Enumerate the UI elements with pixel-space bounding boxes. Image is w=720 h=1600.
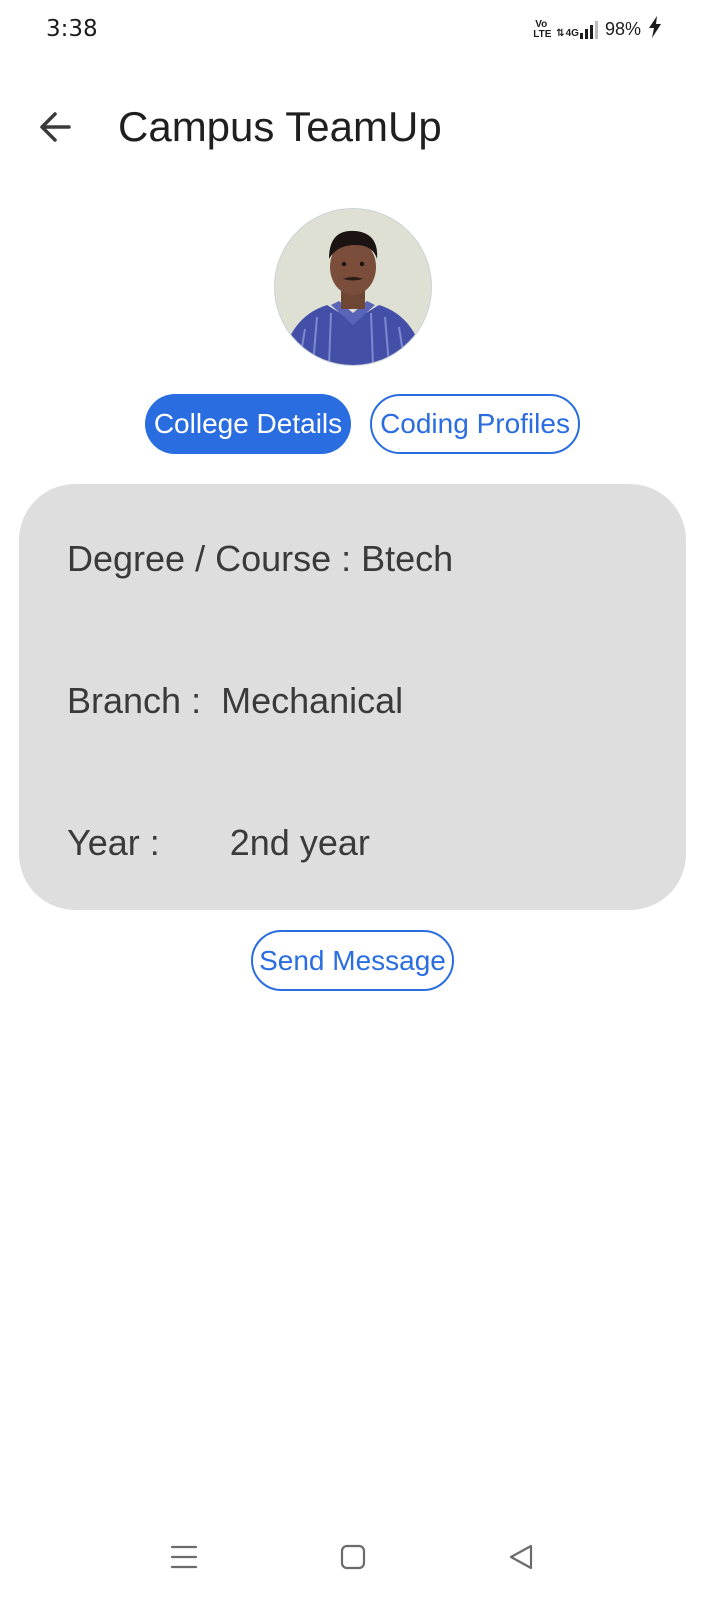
system-nav-bar <box>0 1520 720 1600</box>
system-back-button[interactable] <box>496 1532 546 1582</box>
home-icon <box>340 1544 366 1570</box>
tab-college-details[interactable]: College Details <box>145 394 351 454</box>
back-triangle-icon <box>509 1544 533 1570</box>
degree-label: Degree / Course : <box>67 538 362 579</box>
branch-label: Branch : <box>67 680 222 721</box>
recent-apps-button[interactable] <box>159 1532 209 1582</box>
tab-coding-profiles[interactable]: Coding Profiles <box>370 394 580 454</box>
page-title: Campus TeamUp <box>118 103 442 150</box>
battery-percent: 98% <box>604 19 641 39</box>
send-message-button[interactable]: Send Message <box>251 930 454 991</box>
battery-charging-icon <box>648 16 662 43</box>
back-button[interactable] <box>30 102 80 152</box>
signal-icon: ⇅ 4G <box>556 20 598 39</box>
avatar <box>274 208 432 366</box>
volte-icon: Vo LTE <box>533 18 552 40</box>
year-row: Year : 2nd year <box>67 822 370 864</box>
menu-icon <box>170 1545 198 1569</box>
college-details-card: Degree / Course : Btech Branch : Mechani… <box>19 484 686 910</box>
degree-row: Degree / Course : Btech <box>67 538 453 580</box>
branch-row: Branch : Mechanical <box>67 680 403 722</box>
year-value: 2nd year <box>229 822 370 863</box>
branch-value: Mechanical <box>221 680 404 721</box>
arrow-left-icon <box>40 112 71 142</box>
app-bar: Campus TeamUp <box>0 84 720 170</box>
status-bar: 3:38 Vo LTE ⇅ 4G 98% <box>0 0 720 62</box>
home-button[interactable] <box>328 1532 378 1582</box>
network-type: 4G <box>565 27 579 39</box>
profile-photo <box>275 209 431 365</box>
status-icons: Vo LTE ⇅ 4G 98% <box>533 16 662 43</box>
status-time: 3:38 <box>46 16 98 42</box>
year-label: Year : <box>67 822 230 863</box>
degree-value: Btech <box>361 538 454 579</box>
